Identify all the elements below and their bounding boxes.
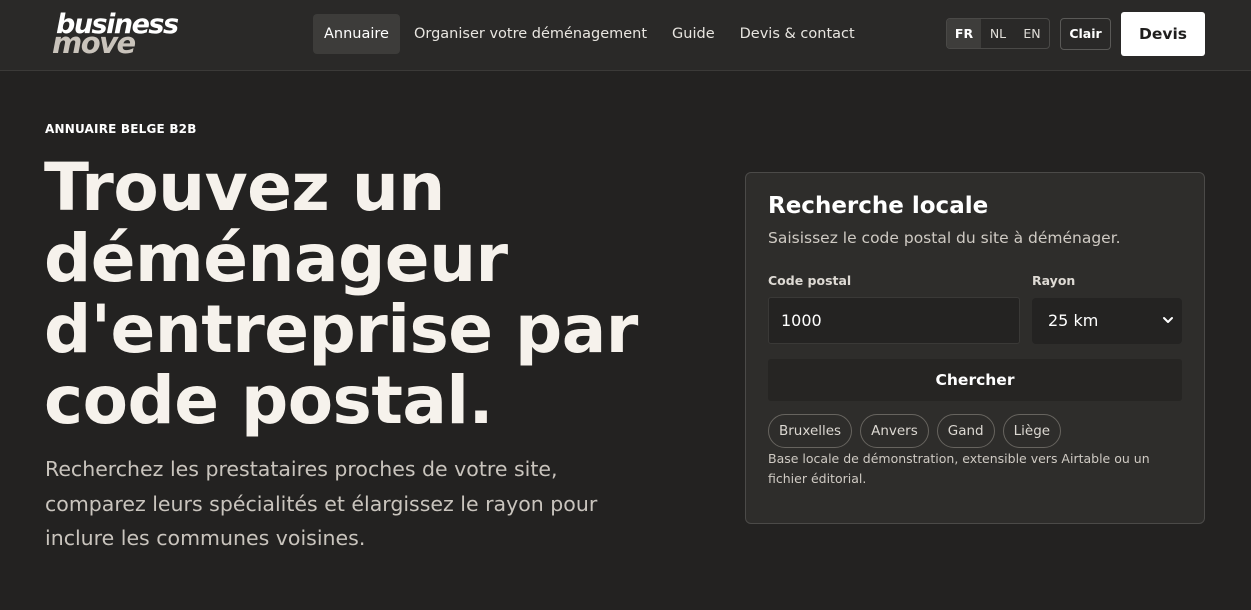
lang-en-button[interactable]: EN xyxy=(1015,19,1049,48)
lang-nl-button[interactable]: NL xyxy=(981,19,1015,48)
quote-button[interactable]: Devis xyxy=(1121,12,1205,56)
search-card-note: Base locale de démonstration, extensible… xyxy=(768,451,1150,486)
hero-title: Trouvez un déménageur d'entreprise par c… xyxy=(44,149,638,439)
main-nav: Annuaire Organiser votre déménagement Gu… xyxy=(313,14,866,54)
search-card-subtitle: Saisissez le code postal du site à démén… xyxy=(768,229,1121,247)
theme-toggle-button[interactable]: Clair xyxy=(1060,18,1111,50)
nav-item-organiser[interactable]: Organiser votre déménagement xyxy=(403,14,658,54)
hero-subtitle: Recherchez les prestataires proches de v… xyxy=(45,457,598,550)
nav-item-devis-contact[interactable]: Devis & contact xyxy=(729,14,866,54)
quick-city-chips: Bruxelles Anvers Gand Liège xyxy=(768,414,1062,448)
hero-eyebrow: ANNUAIRE BELGE B2B xyxy=(45,122,197,136)
nav-item-annuaire[interactable]: Annuaire xyxy=(313,14,400,54)
radius-select-value: 25 km xyxy=(1048,311,1099,330)
search-card-title: Recherche locale xyxy=(768,193,989,219)
postal-code-input[interactable] xyxy=(768,297,1020,344)
lang-fr-button[interactable]: FR xyxy=(947,19,981,48)
brand-logo-line2: move xyxy=(52,26,136,60)
chevron-down-icon xyxy=(1162,298,1174,363)
local-search-card: Recherche locale Saisissez le code posta… xyxy=(745,172,1205,524)
city-chip-gand[interactable]: Gand xyxy=(936,414,995,448)
language-switcher: FR NL EN xyxy=(946,18,1050,49)
city-chip-bruxelles[interactable]: Bruxelles xyxy=(768,414,853,448)
nav-item-guide[interactable]: Guide xyxy=(661,14,726,54)
radius-select[interactable]: 25 km xyxy=(1032,298,1182,344)
city-chip-liege[interactable]: Liège xyxy=(1002,414,1062,448)
brand-logo[interactable]: business move xyxy=(52,10,202,60)
city-chip-anvers[interactable]: Anvers xyxy=(860,414,929,448)
radius-label: Rayon xyxy=(1032,273,1076,288)
site-header: business move Annuaire Organiser votre d… xyxy=(0,0,1251,71)
postal-code-label: Code postal xyxy=(768,273,852,288)
search-button[interactable]: Chercher xyxy=(768,359,1182,401)
